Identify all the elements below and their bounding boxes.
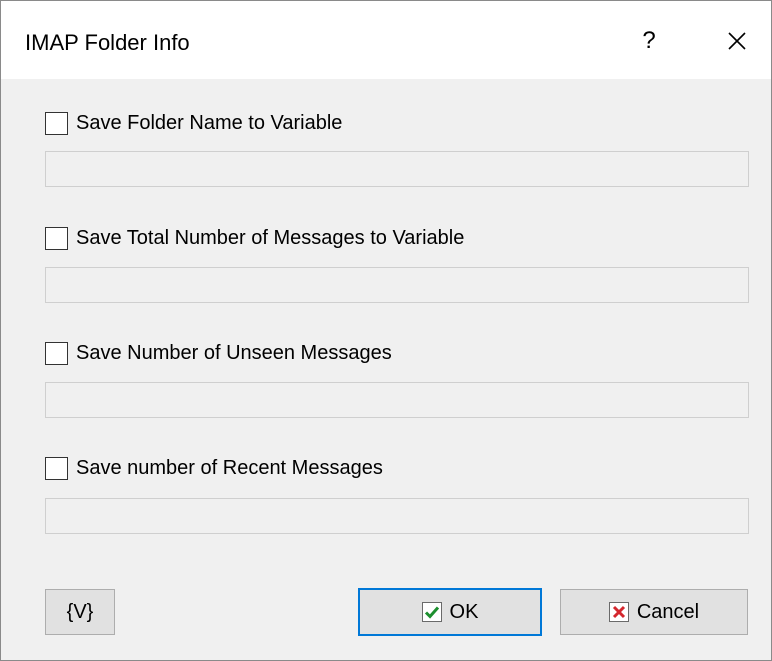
x-icon <box>608 602 629 622</box>
total-messages-checkbox-label: Save Total Number of Messages to Variabl… <box>76 227 465 249</box>
unseen-messages-checkbox[interactable] <box>45 341 68 365</box>
help-button[interactable]: ? <box>619 15 679 67</box>
cancel-button[interactable]: Cancel <box>560 589 748 635</box>
total-messages-checkbox[interactable] <box>45 226 68 250</box>
title-bar: IMAP Folder Info ? <box>1 1 771 79</box>
option-folder-name: Save Folder Name to Variable <box>45 109 751 187</box>
imap-folder-info-dialog: IMAP Folder Info ? Save Folder Name to V… <box>0 0 772 661</box>
ok-button[interactable]: OK <box>358 588 542 636</box>
cancel-button-label: Cancel <box>636 600 700 623</box>
unseen-messages-checkbox-label: Save Number of Unseen Messages <box>76 342 392 364</box>
ok-button-label: OK <box>449 600 479 623</box>
unseen-messages-variable-field[interactable] <box>45 382 749 418</box>
folder-name-checkbox-row[interactable]: Save Folder Name to Variable <box>45 109 751 137</box>
folder-name-checkbox[interactable] <box>45 111 68 135</box>
close-button[interactable] <box>707 15 767 67</box>
total-messages-variable-field[interactable] <box>45 267 749 303</box>
check-icon <box>421 602 442 622</box>
folder-name-checkbox-label: Save Folder Name to Variable <box>76 112 343 134</box>
unseen-messages-checkbox-row[interactable]: Save Number of Unseen Messages <box>45 339 751 367</box>
insert-variable-button[interactable]: {V} <box>45 589 115 635</box>
dialog-title: IMAP Folder Info <box>25 30 190 55</box>
option-recent-messages: Save number of Recent Messages <box>45 454 751 534</box>
recent-messages-checkbox-row[interactable]: Save number of Recent Messages <box>45 454 751 482</box>
option-unseen-messages: Save Number of Unseen Messages <box>45 339 751 418</box>
recent-messages-checkbox-label: Save number of Recent Messages <box>76 457 383 479</box>
close-icon <box>728 32 746 50</box>
folder-name-variable-field[interactable] <box>45 151 749 187</box>
option-total-messages: Save Total Number of Messages to Variabl… <box>45 224 751 303</box>
recent-messages-checkbox[interactable] <box>45 456 68 480</box>
total-messages-checkbox-row[interactable]: Save Total Number of Messages to Variabl… <box>45 224 751 252</box>
recent-messages-variable-field[interactable] <box>45 498 749 534</box>
